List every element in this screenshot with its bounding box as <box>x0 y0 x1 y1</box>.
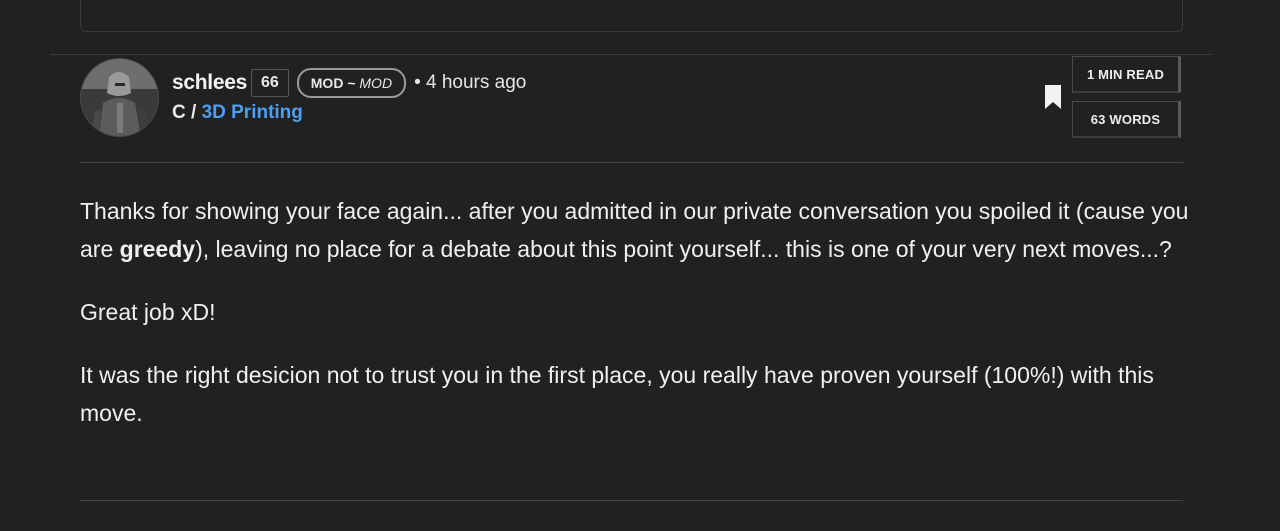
post-timestamp[interactable]: • 4 hours ago <box>414 72 526 94</box>
author-avatar[interactable] <box>80 58 159 137</box>
footer-divider <box>80 500 1183 501</box>
role-badge-main: MOD ~ <box>310 75 360 91</box>
previous-post-container <box>80 0 1183 32</box>
community-link[interactable]: 3D Printing <box>202 102 303 123</box>
post-paragraph-2: Great job xD! <box>80 299 216 325</box>
role-badge-sub: MOD <box>359 75 393 91</box>
paragraph-text: ), leaving no place for a debate about t… <box>195 236 1172 262</box>
word-count-badge: 63 WORDS <box>1072 101 1181 138</box>
avatar-image <box>81 59 158 136</box>
post-paragraph-1: Thanks for showing your face again... af… <box>80 192 1200 268</box>
role-badge: MOD ~ MOD <box>296 68 407 98</box>
reputation-badge: 66 <box>250 69 289 97</box>
read-time-badge: 1 MIN READ <box>1072 56 1181 93</box>
community-line: C / 3D Printing <box>172 102 303 124</box>
post-body: Thanks for showing your face again... af… <box>80 192 1200 457</box>
community-prefix: C / <box>172 102 202 123</box>
author-name-link[interactable]: schlees <box>172 71 247 95</box>
post-meta-line: schlees 66 MOD ~ MOD • 4 hours ago <box>172 68 526 98</box>
header-divider <box>80 162 1183 163</box>
section-divider <box>50 54 1212 55</box>
post-paragraph-3: It was the right desicion not to trust y… <box>80 362 1154 426</box>
bold-text: greedy <box>119 236 196 262</box>
bookmark-icon[interactable] <box>1045 85 1061 109</box>
